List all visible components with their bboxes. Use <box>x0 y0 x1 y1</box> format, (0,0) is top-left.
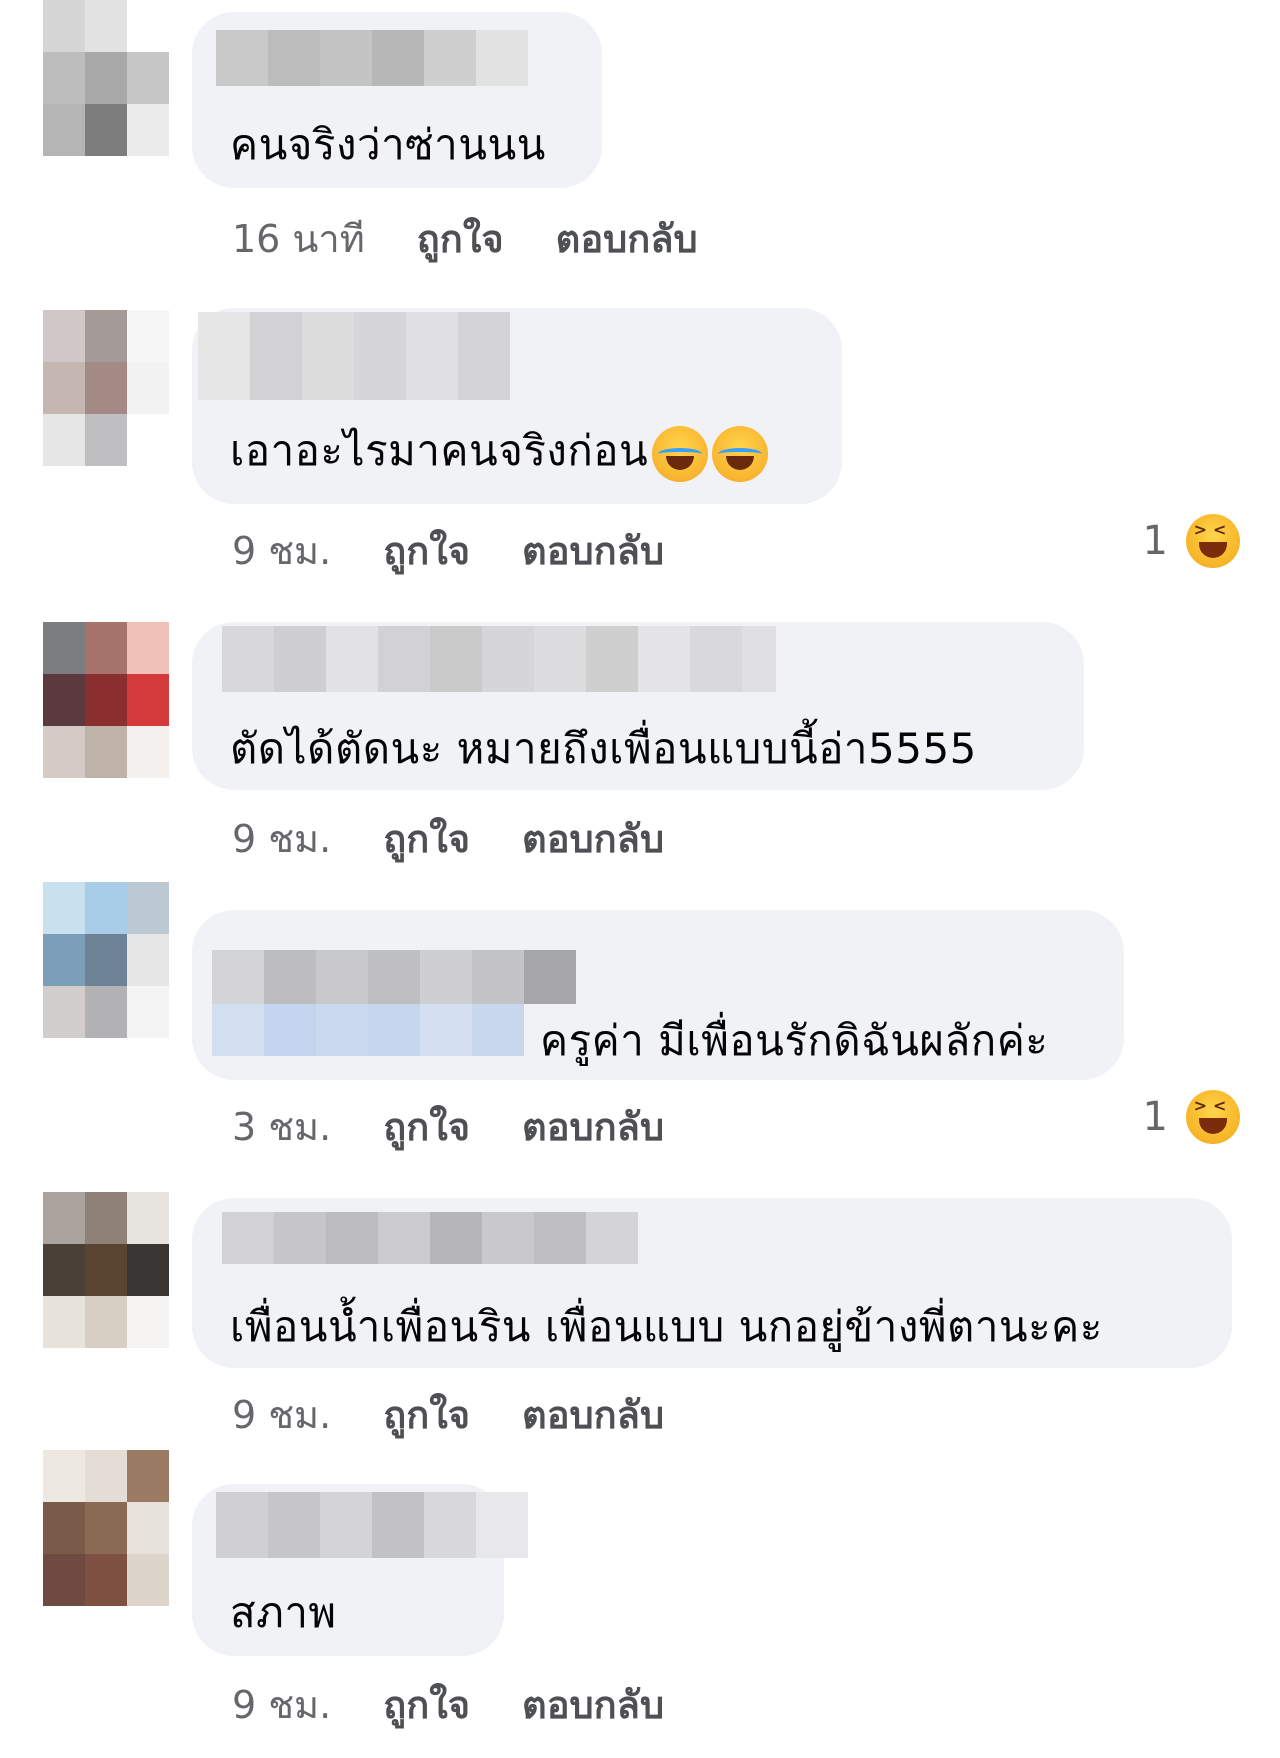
comment-bubble: เพื่อนน้ำเพื่อนริน เพื่อนแบบ นกอยู่ข้างพ… <box>192 1198 1232 1368</box>
like-button[interactable]: ถูกใจ <box>383 1683 470 1727</box>
avatar[interactable] <box>43 0 169 156</box>
reaction-count: 1 <box>1142 1094 1168 1140</box>
haha-reaction-icon <box>1186 514 1240 568</box>
comment-meta: 3 ชม. ถูกใจ ตอบกลับ <box>232 1096 664 1157</box>
comment-text: สภาพ <box>230 1588 337 1637</box>
commenter-name[interactable] <box>222 1212 638 1264</box>
avatar[interactable] <box>43 882 169 1038</box>
like-button[interactable]: ถูกใจ <box>383 817 470 861</box>
mentioned-name[interactable] <box>212 1004 524 1056</box>
commenter-name[interactable] <box>216 30 528 86</box>
comment-text-content: เอาอะไรมาคนจริงก่อน <box>230 426 649 475</box>
reply-button[interactable]: ตอบกลับ <box>556 217 698 261</box>
comment-meta: 9 ชม. ถูกใจ ตอบกลับ <box>232 520 664 581</box>
timestamp[interactable]: 9 ชม. <box>232 529 331 573</box>
like-button[interactable]: ถูกใจ <box>383 529 470 573</box>
reaction-count: 1 <box>1142 518 1168 564</box>
reply-button[interactable]: ตอบกลับ <box>522 1683 664 1727</box>
commenter-name[interactable] <box>212 950 576 1004</box>
reply-button[interactable]: ตอบกลับ <box>522 1393 664 1437</box>
comment-bubble: ตัดได้ตัดนะ หมายถึงเพื่อนแบบนี้อ่า5555 <box>192 622 1084 790</box>
reaction-summary[interactable]: 1 <box>1143 514 1240 568</box>
reply-button[interactable]: ตอบกลับ <box>522 817 664 861</box>
timestamp[interactable]: 16 นาที <box>232 217 365 261</box>
commenter-name[interactable] <box>216 1492 528 1558</box>
laughing-tears-emoji-icon <box>712 425 769 482</box>
commenter-name[interactable] <box>198 312 510 400</box>
timestamp[interactable]: 3 ชม. <box>232 1105 331 1149</box>
comment-text: เพื่อนน้ำเพื่อนริน เพื่อนแบบ นกอยู่ข้างพ… <box>230 1302 1103 1351</box>
comment-meta: 9 ชม. ถูกใจ ตอบกลับ <box>232 808 664 869</box>
comment-meta: 9 ชม. ถูกใจ ตอบกลับ <box>232 1384 664 1445</box>
comment-meta: 9 ชม. ถูกใจ ตอบกลับ <box>232 1674 664 1735</box>
timestamp[interactable]: 9 ชม. <box>232 817 331 861</box>
like-button[interactable]: ถูกใจ <box>417 217 504 261</box>
comment-text: ตัดได้ตัดนะ หมายถึงเพื่อนแบบนี้อ่า5555 <box>230 724 977 773</box>
comment-text: เอาอะไรมาคนจริงก่อน <box>230 418 769 484</box>
comment-bubble: สภาพ <box>192 1484 528 1656</box>
haha-reaction-icon <box>1186 1090 1240 1144</box>
avatar[interactable] <box>43 310 169 466</box>
avatar[interactable] <box>43 1192 169 1348</box>
avatar[interactable] <box>43 622 169 778</box>
commenter-name[interactable] <box>222 626 776 692</box>
laughing-tears-emoji-icon <box>652 425 709 482</box>
like-button[interactable]: ถูกใจ <box>383 1105 470 1149</box>
comment-text: คนจริงว่าซ่านนน <box>230 120 546 169</box>
avatar[interactable] <box>43 1450 169 1606</box>
comment-bubble: ครูค่า มีเพื่อนรักดิฉันผลักค่ะ <box>192 910 1124 1080</box>
reply-button[interactable]: ตอบกลับ <box>522 529 664 573</box>
comment-bubble: คนจริงว่าซ่านนน <box>192 12 602 188</box>
comment-bubble: เอาอะไรมาคนจริงก่อน <box>192 308 842 504</box>
timestamp[interactable]: 9 ชม. <box>232 1683 331 1727</box>
timestamp[interactable]: 9 ชม. <box>232 1393 331 1437</box>
like-button[interactable]: ถูกใจ <box>383 1393 470 1437</box>
comment-meta: 16 นาที ถูกใจ ตอบกลับ <box>232 208 698 269</box>
reaction-summary[interactable]: 1 <box>1143 1090 1240 1144</box>
comment-text: ครูค่า มีเพื่อนรักดิฉันผลักค่ะ <box>540 1016 1049 1065</box>
reply-button[interactable]: ตอบกลับ <box>522 1105 664 1149</box>
